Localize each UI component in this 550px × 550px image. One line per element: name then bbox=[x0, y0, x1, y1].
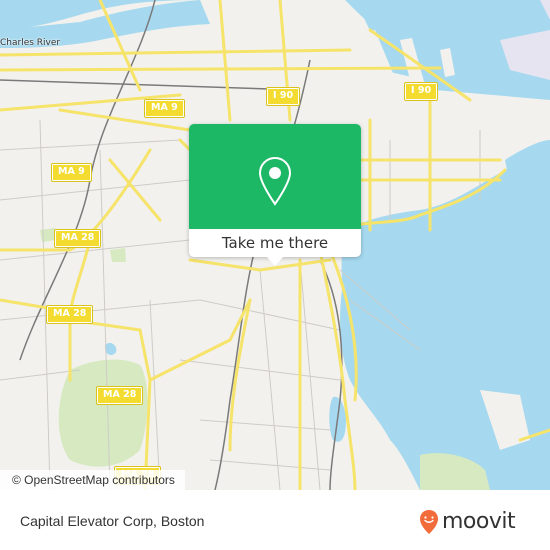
franklin-park bbox=[58, 359, 148, 467]
take-me-there-button[interactable]: Take me there bbox=[189, 229, 361, 257]
route-shield-i90: I 90 bbox=[265, 87, 301, 106]
map-view[interactable]: Charles River MA 9 MA 9 I 90 I 90 MA 28 … bbox=[0, 0, 550, 490]
route-shield-ma28: MA 28 bbox=[53, 229, 102, 248]
moovit-smile-pin-icon bbox=[420, 510, 438, 534]
map-attribution[interactable]: © OpenStreetMap contributors bbox=[0, 470, 185, 490]
footer-bar: Capital Elevator Corp, Boston moovit bbox=[0, 490, 550, 550]
moovit-logo[interactable]: moovit bbox=[419, 507, 516, 537]
popup-header[interactable] bbox=[189, 124, 361, 229]
destination-popup[interactable]: Take me there bbox=[189, 124, 361, 266]
popup-pointer bbox=[267, 257, 283, 266]
location-pin-icon bbox=[258, 156, 292, 206]
route-shield-i90: I 90 bbox=[403, 82, 439, 101]
moovit-wordmark: moovit bbox=[442, 509, 516, 534]
route-shield-ma28: MA 28 bbox=[45, 305, 94, 324]
route-shield-ma9: MA 9 bbox=[51, 163, 92, 182]
place-label-charles-river: Charles River bbox=[0, 38, 61, 48]
route-shield-ma28: MA 28 bbox=[95, 386, 144, 405]
route-shield-ma9: MA 9 bbox=[144, 99, 185, 118]
jamaica-pond bbox=[104, 342, 117, 356]
place-title: Capital Elevator Corp, Boston bbox=[20, 513, 205, 529]
